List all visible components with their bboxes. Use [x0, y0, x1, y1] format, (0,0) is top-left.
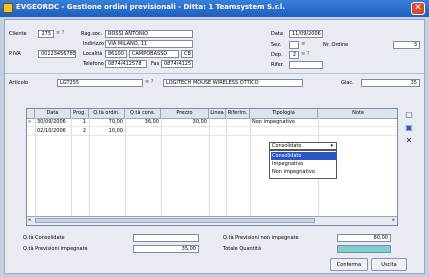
fax-field[interactable]: 0874/412578	[161, 60, 193, 68]
cell-prezzo[interactable]	[161, 127, 207, 135]
horizontal-scrollbar[interactable]: ◂ ▸	[27, 216, 397, 225]
articolo-description-field: LOGITECH MOUSE WIRELESS OTTICO	[163, 79, 303, 87]
tipologia-select[interactable]: Consolidato ▾	[269, 142, 337, 150]
dep-field[interactable]: 2	[289, 51, 299, 59]
cell-data[interactable]: 02/10/2006	[37, 127, 71, 135]
nordine-field[interactable]: 3	[393, 41, 420, 49]
title-bar: EVGEORDC - Gestione ordini previsionali …	[0, 0, 429, 17]
dropdown-option[interactable]: Consolidato	[271, 152, 337, 160]
col-qta-cons[interactable]: Q.tà cons.	[125, 109, 161, 118]
articolo-lookup-icon[interactable]: ≡ ?	[145, 79, 153, 85]
col-prog[interactable]: Prog.	[71, 109, 89, 118]
telefono-field[interactable]: 0874/412578	[105, 60, 147, 68]
dropdown-option[interactable]: Non impegnativo	[271, 168, 337, 176]
rifer-field[interactable]	[289, 61, 323, 69]
fax-label: Fax	[151, 61, 160, 67]
indirizzo-label: Indirizzo	[83, 41, 104, 47]
dep-lookup-icon[interactable]: ≡ ?	[301, 51, 309, 57]
localita-label: Località	[83, 51, 103, 57]
cell-qta-cons[interactable]	[125, 127, 159, 135]
cell-note[interactable]	[320, 127, 397, 135]
telefono-label: Telefono	[83, 61, 104, 67]
col-note[interactable]: Note	[318, 109, 397, 118]
save-icon[interactable]: ▣	[404, 123, 414, 133]
sez-label: Sez.	[271, 42, 282, 48]
articolo-code-field[interactable]: LGT255	[57, 79, 143, 87]
impegnate-field: 35,00	[133, 245, 199, 253]
chevron-down-icon[interactable]: ▾	[330, 143, 333, 149]
table-row[interactable]: » 30/09/2006 1 70,00 36,00 30,00 Non imp…	[27, 118, 397, 127]
delete-icon[interactable]: ✕	[404, 136, 414, 146]
col-prezzo[interactable]: Prezzo	[161, 109, 209, 118]
giac-field: 35	[361, 79, 420, 87]
piva-field[interactable]: 00123456785412	[38, 50, 76, 58]
articolo-label: Articolo	[9, 80, 29, 86]
divider	[5, 73, 426, 74]
cap-field[interactable]: 86100	[105, 50, 127, 58]
consolidate-field	[133, 234, 199, 242]
ragsoc-field[interactable]: ROSSI ANTONIO	[105, 30, 193, 38]
cell-note[interactable]	[320, 118, 397, 126]
non-impegnate-field: 80,00	[337, 234, 391, 242]
data-field[interactable]: 11/09/2006	[289, 30, 323, 38]
cell-linea[interactable]	[211, 118, 226, 126]
lookup-icon[interactable]: ≡ ?	[56, 30, 64, 36]
orders-grid[interactable]: Data Prog. Q.tà ordin. Q.tà cons. Prezzo…	[26, 108, 398, 226]
scroll-thumb[interactable]	[35, 218, 315, 223]
col-data[interactable]: Data	[35, 109, 71, 118]
app-icon	[3, 3, 13, 13]
col-tipologia[interactable]: Tipologia	[250, 109, 318, 118]
cell-data[interactable]: 30/09/2006	[37, 118, 71, 126]
cell-qta-ordin[interactable]: 70,00	[89, 118, 123, 126]
close-icon[interactable]: ✕	[411, 2, 425, 15]
prov-field[interactable]: CB	[181, 50, 193, 58]
cliente-label: Cliente	[9, 31, 27, 37]
sez-field[interactable]	[289, 41, 299, 49]
window-title: EVGEORDC - Gestione ordini previsionali …	[16, 3, 285, 11]
nordine-label: Nr. Ordine	[323, 42, 349, 48]
scroll-left-icon[interactable]: ◂	[28, 217, 31, 223]
main-window: Cliente 275 ≡ ? Rag.soc. ROSSI ANTONIO I…	[4, 19, 426, 274]
indirizzo-field[interactable]: VIA MILANO, 11	[105, 40, 193, 48]
consolidate-label: Q.tà Consolidate	[23, 235, 65, 241]
cell-linea[interactable]	[211, 127, 226, 135]
cell-riferim[interactable]	[228, 118, 250, 126]
totale-label: Totale Quantità	[223, 246, 262, 252]
cell-riferim[interactable]	[228, 127, 250, 135]
rifer-label: Rifer.	[271, 62, 284, 68]
cell-prog[interactable]: 1	[71, 118, 86, 126]
localita-field[interactable]: CAMPOBASSO	[129, 50, 179, 58]
cell-tipologia[interactable]: Non impegnativo	[252, 118, 318, 126]
totale-field	[337, 245, 391, 253]
col-riferim[interactable]: Riferim.	[226, 109, 250, 118]
data-label: Data	[271, 31, 283, 37]
col-linea[interactable]: Linea	[209, 109, 226, 118]
giac-label: Giac.	[341, 80, 354, 86]
cell-qta-cons[interactable]: 36,00	[125, 118, 159, 126]
non-impegnate-label: Q.tà Previsioni non impegnate	[223, 235, 299, 241]
grid-header-marker	[27, 109, 35, 118]
row-marker: »	[28, 119, 32, 125]
cell-qta-ordin[interactable]: 10,00	[89, 127, 123, 135]
tipologia-dropdown-list[interactable]: Consolidato Impegnativo Non impegnativo	[269, 150, 337, 179]
tipologia-select-value: Consolidato	[272, 143, 302, 149]
new-document-icon[interactable]: ▢	[404, 110, 414, 120]
dep-label: Dep.	[271, 52, 283, 58]
sez-lookup-icon[interactable]: ≡	[301, 41, 305, 47]
dropdown-option[interactable]: Impegnativo	[271, 160, 337, 168]
ragsoc-label: Rag.soc.	[81, 31, 103, 37]
piva-label: P.IVA	[9, 51, 21, 57]
table-row[interactable]: 02/10/2006 2 10,00	[27, 127, 397, 136]
col-qta-ordin[interactable]: Q.tà ordin.	[89, 109, 125, 118]
impegnate-label: Q.tà Previsioni impegnate	[23, 246, 88, 252]
scroll-right-icon[interactable]: ▸	[392, 217, 395, 223]
cell-prog[interactable]: 2	[71, 127, 86, 135]
uscita-button[interactable]: Uscita	[371, 258, 407, 271]
cliente-field[interactable]: 275	[38, 30, 54, 38]
cell-prezzo[interactable]: 30,00	[161, 118, 207, 126]
row-marker	[28, 127, 35, 135]
conferma-button[interactable]: Conferma	[330, 258, 368, 271]
